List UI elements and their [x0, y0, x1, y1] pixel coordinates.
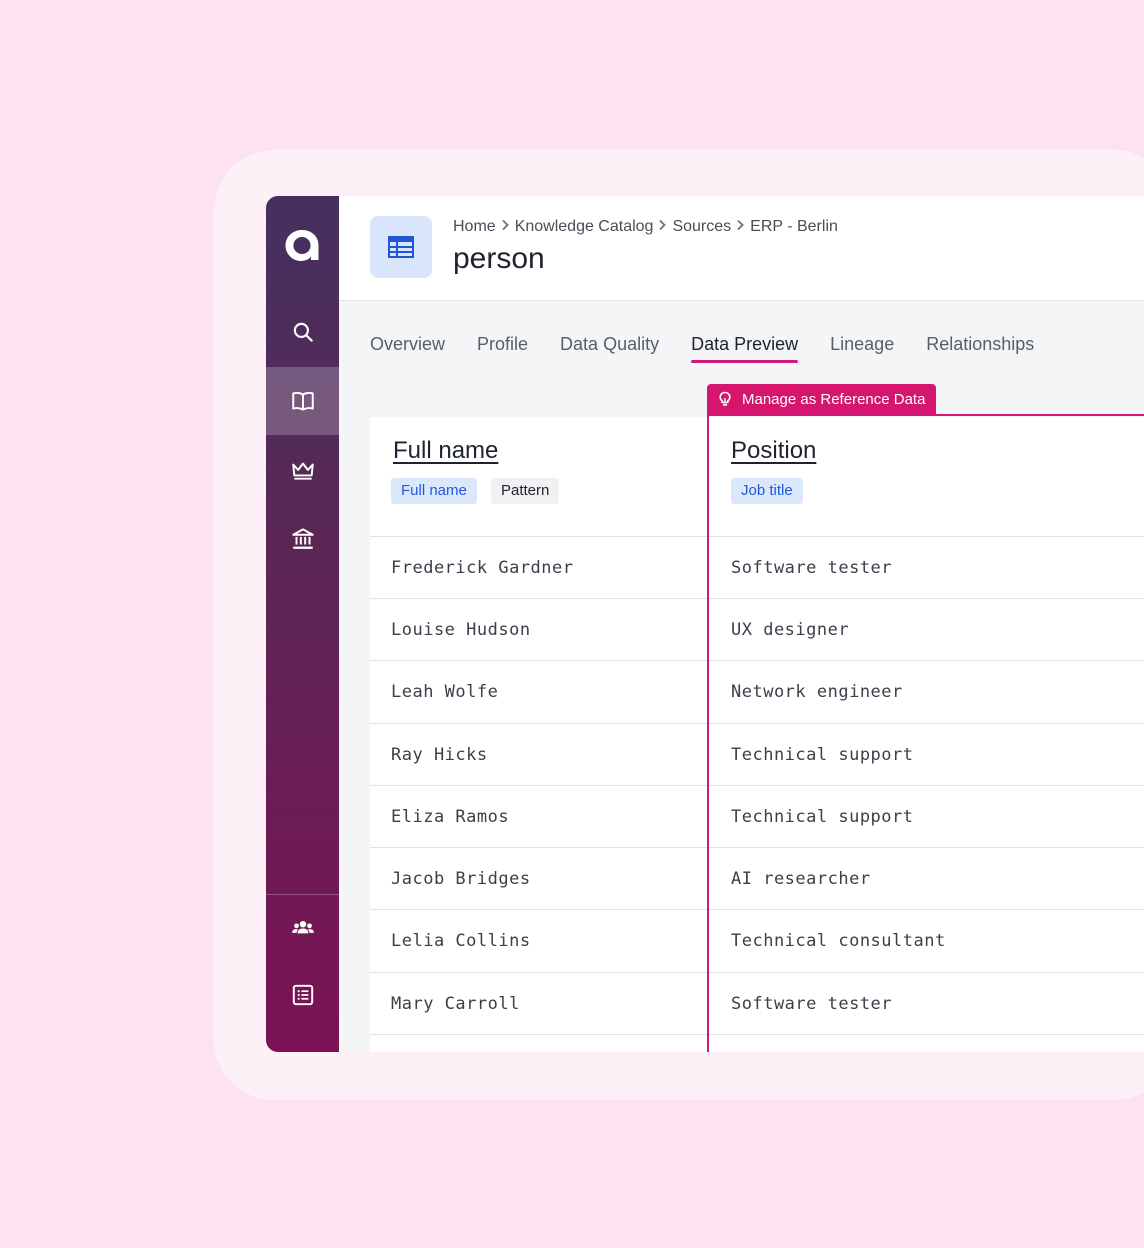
cell-full-name: Louise Hudson [391, 620, 531, 640]
crown-icon [291, 462, 314, 480]
table-entity-icon [370, 216, 432, 278]
app-window: Home Knowledge Catalog Sources ERP - Ber… [266, 196, 1144, 1052]
term-chip-job-title[interactable]: Job title [731, 478, 803, 504]
sidebar [266, 196, 339, 1052]
search-icon [293, 322, 313, 342]
chevron-right-icon [501, 218, 510, 236]
tab-profile[interactable]: Profile [477, 334, 528, 363]
data-preview-table: Full name Full name Pattern Position Job… [370, 417, 1144, 1052]
table-row: Frederick Gardner Software tester [370, 536, 1144, 599]
table-row: Mary Carroll Software tester [370, 972, 1144, 1035]
manage-reference-data-button[interactable]: Manage as Reference Data [707, 384, 937, 414]
tab-data-quality[interactable]: Data Quality [560, 334, 659, 363]
nav-search[interactable] [266, 298, 339, 366]
column-title[interactable]: Full name [393, 437, 498, 465]
nav-catalog[interactable] [266, 367, 339, 435]
table-row: Lelia Collins Technical consultant [370, 909, 1144, 972]
cell-position: Network engineer [731, 682, 903, 702]
chevron-right-icon [736, 218, 745, 236]
cell-full-name: Leah Wolfe [391, 682, 499, 702]
manage-reference-data-label: Manage as Reference Data [742, 390, 926, 408]
cell-full-name: Eliza Ramos [391, 807, 510, 827]
cell-position: AI researcher [731, 869, 871, 889]
cell-position: Software tester [731, 994, 893, 1014]
cell-position: Software tester [731, 558, 893, 578]
page-title: person [453, 242, 545, 275]
reference-highlight-border [707, 414, 1144, 416]
table-row: Ray Hicks Technical support [370, 723, 1144, 786]
table-row: Leah Wolfe Network engineer [370, 660, 1144, 723]
breadcrumb-sources[interactable]: Sources [672, 218, 731, 236]
cell-full-name: Mary Carroll [391, 994, 520, 1014]
book-icon [291, 391, 314, 411]
breadcrumb-home[interactable]: Home [453, 218, 496, 236]
nav-users[interactable] [266, 894, 339, 962]
cell-position: Technical support [731, 745, 914, 765]
reference-highlight-border [707, 414, 709, 1052]
breadcrumb-knowledge-catalog[interactable]: Knowledge Catalog [515, 218, 654, 236]
term-chip-pattern[interactable]: Pattern [491, 478, 560, 504]
cell-full-name: Jacob Bridges [391, 869, 531, 889]
breadcrumb: Home Knowledge Catalog Sources ERP - Ber… [453, 218, 838, 236]
chevron-right-icon [658, 218, 667, 236]
tab-overview[interactable]: Overview [370, 334, 445, 363]
table-row: Eliza Ramos Technical support [370, 785, 1144, 848]
tab-data-preview[interactable]: Data Preview [691, 334, 799, 363]
cell-full-name: Frederick Gardner [391, 558, 574, 578]
term-chip-full-name[interactable]: Full name [391, 478, 477, 504]
lightbulb-icon [719, 391, 731, 406]
nav-crown[interactable] [266, 436, 339, 504]
page-header: Home Knowledge Catalog Sources ERP - Ber… [339, 196, 1144, 301]
logo[interactable] [280, 222, 324, 266]
tab-relationships[interactable]: Relationships [926, 334, 1034, 363]
cell-full-name: Ray Hicks [391, 745, 488, 765]
column-header-position: Position Job title [708, 417, 1144, 535]
tab-lineage[interactable]: Lineage [830, 334, 894, 363]
table-row [370, 1034, 1144, 1052]
breadcrumb-erp-berlin[interactable]: ERP - Berlin [750, 218, 838, 236]
column-title[interactable]: Position [731, 437, 816, 465]
column-header-full-name: Full name Full name Pattern [370, 417, 708, 535]
cell-full-name: Lelia Collins [391, 931, 531, 951]
bank-icon [291, 528, 314, 549]
tab-bar: Overview Profile Data Quality Data Previ… [370, 334, 1066, 363]
list-icon [292, 984, 313, 1006]
cell-position: Technical support [731, 807, 914, 827]
cell-position: Technical consultant [731, 931, 946, 951]
nav-list[interactable] [266, 961, 339, 1029]
table-icon [388, 236, 414, 258]
users-icon [291, 920, 314, 934]
nav-bank[interactable] [266, 504, 339, 572]
table-row: Jacob Bridges AI researcher [370, 847, 1144, 910]
cell-position: UX designer [731, 620, 850, 640]
table-row: Louise Hudson UX designer [370, 598, 1144, 661]
